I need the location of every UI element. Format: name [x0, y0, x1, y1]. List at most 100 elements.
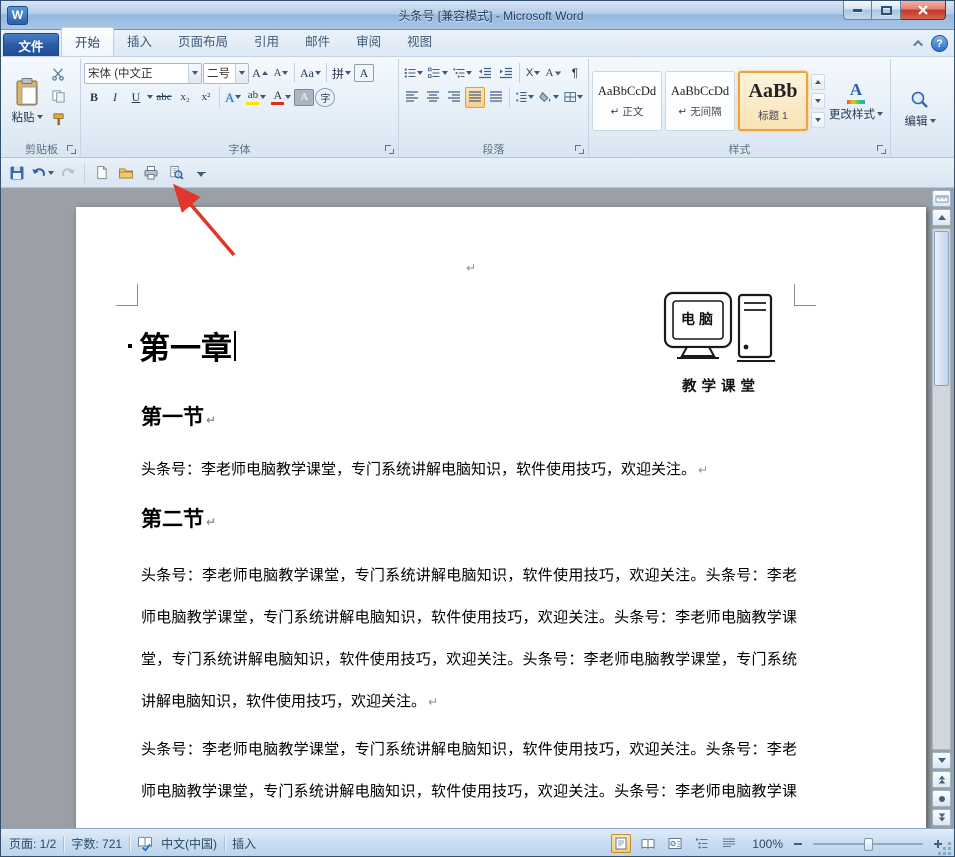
font-size-combo[interactable]: 二号	[203, 63, 249, 84]
line-spacing-button[interactable]	[513, 87, 536, 108]
previous-page-button[interactable]	[932, 771, 951, 788]
subscript-button[interactable]: x₂	[175, 87, 195, 108]
language-indicator[interactable]: 中文(中国)	[161, 835, 217, 852]
superscript-button[interactable]: x²	[196, 87, 216, 108]
draft-view-button[interactable]	[719, 834, 739, 853]
decrease-indent-button[interactable]	[475, 63, 495, 84]
save-button[interactable]	[6, 162, 28, 184]
tab-home[interactable]: 开始	[61, 27, 114, 56]
tab-review[interactable]: 审阅	[343, 27, 394, 56]
change-styles-button[interactable]: A 更改样式	[828, 79, 884, 124]
repeat-button[interactable]	[57, 162, 79, 184]
word-app-icon[interactable]: W	[7, 6, 28, 25]
next-page-button[interactable]	[932, 809, 951, 826]
font-dialog-launcher[interactable]	[384, 144, 395, 155]
styles-gallery-down-icon[interactable]	[811, 93, 825, 109]
web-layout-view-button[interactable]	[665, 834, 685, 853]
clipboard-dialog-launcher[interactable]	[66, 144, 77, 155]
align-center-button[interactable]	[423, 87, 443, 108]
bold-button[interactable]: B	[84, 87, 104, 108]
tab-view[interactable]: 视图	[394, 27, 445, 56]
character-border-button[interactable]: A	[354, 64, 374, 82]
fullscreen-reading-view-button[interactable]	[638, 834, 658, 853]
paragraph-3[interactable]: 头条号：李老师电脑教学课堂，专门系统讲解电脑知识，软件使用技巧，欢迎关注。头条号…	[141, 729, 797, 817]
justify-button[interactable]	[465, 87, 485, 108]
multilevel-list-button[interactable]	[451, 63, 474, 84]
align-left-button[interactable]	[402, 87, 422, 108]
close-button[interactable]	[901, 1, 946, 20]
insert-mode-indicator[interactable]: 插入	[232, 835, 256, 852]
editing-button[interactable]: 编辑	[899, 87, 941, 131]
cut-button[interactable]	[48, 63, 68, 84]
section1-heading[interactable]: 第一节 ↵	[141, 401, 216, 431]
increase-indent-button[interactable]	[496, 63, 516, 84]
print-preview-button[interactable]	[165, 162, 187, 184]
open-button[interactable]	[115, 162, 137, 184]
styles-dialog-launcher[interactable]	[876, 144, 887, 155]
paragraph-2[interactable]: 头条号：李老师电脑教学课堂，专门系统讲解电脑知识，软件使用技巧，欢迎关注。头条号…	[141, 555, 797, 727]
scroll-down-button[interactable]	[932, 752, 951, 769]
zoom-slider-thumb[interactable]	[864, 838, 873, 851]
scrollbar-thumb[interactable]	[934, 231, 949, 386]
outline-view-button[interactable]	[692, 834, 712, 853]
change-case-button[interactable]: Aa	[298, 63, 323, 84]
borders-button[interactable]	[562, 87, 585, 108]
character-shading-button[interactable]: A	[294, 89, 314, 106]
tab-mailings[interactable]: 邮件	[292, 27, 343, 56]
ruler-toggle-button[interactable]	[932, 190, 951, 207]
style-heading1[interactable]: AaBb 标题 1	[738, 71, 808, 131]
style-normal[interactable]: AaBbCcDd ↵ 正文	[592, 71, 662, 131]
minimize-ribbon-icon[interactable]	[913, 40, 923, 50]
tab-file[interactable]: 文件	[3, 33, 59, 56]
maximize-button[interactable]	[872, 1, 901, 20]
styles-gallery-up-icon[interactable]	[811, 74, 825, 90]
page-indicator[interactable]: 页面: 1/2	[9, 835, 56, 852]
style-no-spacing[interactable]: AaBbCcDd ↵ 无间隔	[665, 71, 735, 131]
paragraph-1[interactable]: 头条号：李老师电脑教学课堂，专门系统讲解电脑知识，软件使用技巧，欢迎关注。↵	[141, 459, 797, 481]
bullets-button[interactable]	[402, 63, 425, 84]
paste-button[interactable]: 粘贴	[6, 61, 48, 141]
phonetic-guide-button[interactable]: 拼	[330, 63, 353, 84]
spellcheck-status-button[interactable]	[137, 836, 154, 852]
grow-font-button[interactable]: A	[250, 63, 270, 84]
tab-page-layout[interactable]: 页面布局	[165, 27, 241, 56]
zoom-slider[interactable]	[813, 837, 923, 851]
select-browse-object-button[interactable]	[932, 790, 951, 807]
word-count[interactable]: 字数: 721	[71, 835, 122, 852]
document-page[interactable]: ↵ 第一章 电脑 教学课堂	[76, 207, 926, 828]
print-layout-view-button[interactable]	[611, 834, 631, 853]
undo-button[interactable]	[31, 162, 54, 184]
numbering-button[interactable]	[426, 63, 449, 84]
font-color-button[interactable]: A	[269, 87, 293, 108]
asian-layout-button[interactable]: X	[523, 63, 543, 84]
tab-references[interactable]: 引用	[241, 27, 292, 56]
styles-gallery-more-icon[interactable]	[811, 112, 825, 128]
copy-button[interactable]	[48, 86, 68, 107]
title-bar[interactable]: W 头条号 [兼容模式] - Microsoft Word	[1, 1, 954, 30]
highlight-button[interactable]: ab	[244, 87, 268, 108]
tab-insert[interactable]: 插入	[114, 27, 165, 56]
italic-button[interactable]: I	[105, 87, 125, 108]
quick-print-button[interactable]	[140, 162, 162, 184]
distributed-button[interactable]	[486, 87, 506, 108]
section2-heading[interactable]: 第二节 ↵	[141, 503, 216, 533]
underline-button[interactable]: U	[126, 87, 146, 108]
chapter-heading[interactable]: 第一章	[128, 323, 236, 368]
enclose-characters-button[interactable]: 字	[315, 88, 335, 107]
scroll-up-button[interactable]	[932, 209, 951, 226]
strikethrough-button[interactable]: abc	[154, 87, 174, 108]
zoom-out-button[interactable]	[790, 836, 806, 852]
format-painter-button[interactable]	[48, 109, 68, 130]
show-marks-button[interactable]: ¶	[565, 63, 585, 84]
zoom-level[interactable]: 100%	[752, 837, 783, 851]
resize-grip[interactable]	[939, 843, 952, 856]
paragraph-dialog-launcher[interactable]	[574, 144, 585, 155]
shrink-font-button[interactable]: A	[271, 63, 291, 84]
qat-customize-button[interactable]	[190, 162, 212, 184]
sort-button[interactable]: A	[544, 63, 564, 84]
text-effects-button[interactable]: A	[223, 87, 243, 108]
font-name-combo[interactable]: 宋体 (中文正	[84, 63, 202, 84]
shading-button[interactable]	[537, 87, 560, 108]
computer-classroom-logo[interactable]: 电脑 教学课堂	[661, 291, 781, 399]
align-right-button[interactable]	[444, 87, 464, 108]
